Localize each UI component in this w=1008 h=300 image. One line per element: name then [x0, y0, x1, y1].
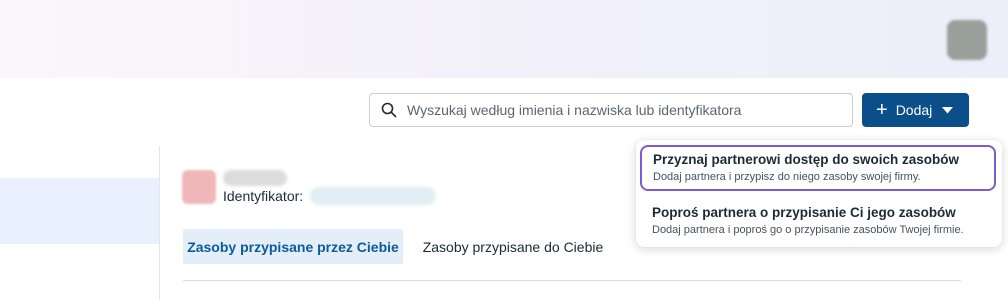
partner-name-redacted — [223, 170, 287, 186]
caret-down-icon — [942, 106, 954, 113]
sidebar-selected-item[interactable] — [0, 178, 160, 244]
menu-item-grant-access[interactable]: Przyznaj partnerowi dostęp do swoich zas… — [640, 145, 996, 191]
plus-icon: + — [876, 99, 888, 121]
add-dropdown-menu: Przyznaj partnerowi dostęp do swoich zas… — [636, 140, 1002, 247]
tab-assigned-to-you[interactable]: Zasoby przypisane do Ciebie — [412, 229, 614, 264]
top-header-band — [0, 0, 1008, 78]
menu-item-description: Dodaj partnera i przypisz do niego zasob… — [653, 171, 921, 183]
menu-item-title: Poproś partnera o przypisanie Ci jego za… — [652, 205, 956, 220]
partner-avatar — [182, 170, 216, 204]
user-avatar[interactable] — [947, 20, 987, 60]
menu-item-request-access[interactable]: Poproś partnera o przypisanie Ci jego za… — [640, 199, 996, 243]
vertical-divider — [159, 146, 160, 300]
search-icon — [381, 102, 397, 118]
search-box[interactable] — [369, 93, 853, 127]
add-button-label: Dodaj — [895, 102, 933, 118]
identifier-value-redacted — [310, 187, 436, 205]
tabs-divider — [183, 280, 961, 281]
tab-assigned-by-you[interactable]: Zasoby przypisane przez Ciebie — [183, 229, 403, 264]
menu-item-title: Przyznaj partnerowi dostęp do swoich zas… — [653, 152, 960, 167]
identifier-label: Identyfikator: — [223, 188, 304, 204]
menu-item-description: Dodaj partnera i poproś go o przypisanie… — [652, 224, 964, 236]
search-input[interactable] — [405, 101, 839, 119]
add-button[interactable]: + Dodaj — [862, 93, 969, 127]
